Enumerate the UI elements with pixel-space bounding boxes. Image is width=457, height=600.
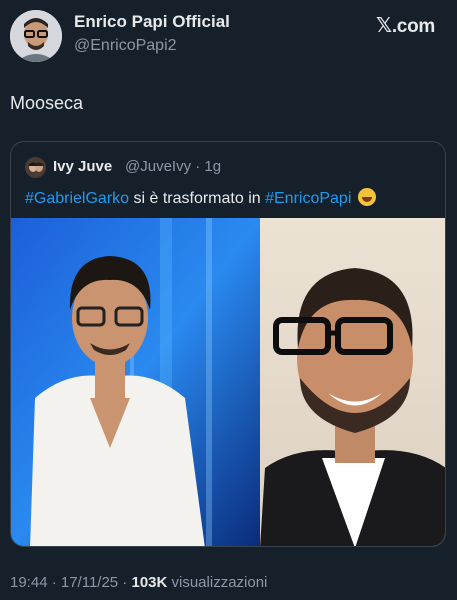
quoted-author-handle-time[interactable]: @JuveIvy · 1g (125, 158, 221, 175)
brand-suffix: .com (391, 16, 435, 37)
x-logo-icon: 𝕏 (376, 13, 392, 37)
author-display-name[interactable]: Enrico Papi Official (74, 12, 230, 32)
hashtag-enricopapi[interactable]: #EnricoPapi (265, 190, 351, 207)
quoted-author-avatar[interactable] (25, 157, 46, 178)
quoted-media-image[interactable] (10, 218, 446, 547)
quoted-text-middle: si è trasformato in (129, 190, 266, 207)
views-count: 103K (131, 574, 168, 591)
quoted-avatar-image (25, 157, 46, 178)
post-timestamp[interactable]: 19:44 · 17/11/25 · (10, 574, 131, 591)
views-label: visualizzazioni (167, 574, 268, 591)
author-avatar-image (10, 10, 62, 62)
post-metadata: 19:44 · 17/11/25 · 103K visualizzazioni (10, 574, 267, 591)
quoted-tweet-text: #GabrielGarko si è trasformato in #Enric… (25, 188, 376, 208)
hashtag-gabrielgarko[interactable]: #GabrielGarko (25, 190, 129, 207)
laughing-emoji-icon (357, 188, 376, 206)
post-text: Mooseca (10, 93, 84, 113)
author-handle[interactable]: @EnricoPapi2 (74, 37, 177, 55)
author-avatar[interactable] (10, 10, 62, 62)
x-com-brand: 𝕏.com (376, 13, 435, 38)
quoted-tweet[interactable]: Ivy Juve @JuveIvy · 1g #GabrielGarko si … (10, 141, 446, 547)
quoted-author-name[interactable]: Ivy Juve (53, 158, 112, 175)
